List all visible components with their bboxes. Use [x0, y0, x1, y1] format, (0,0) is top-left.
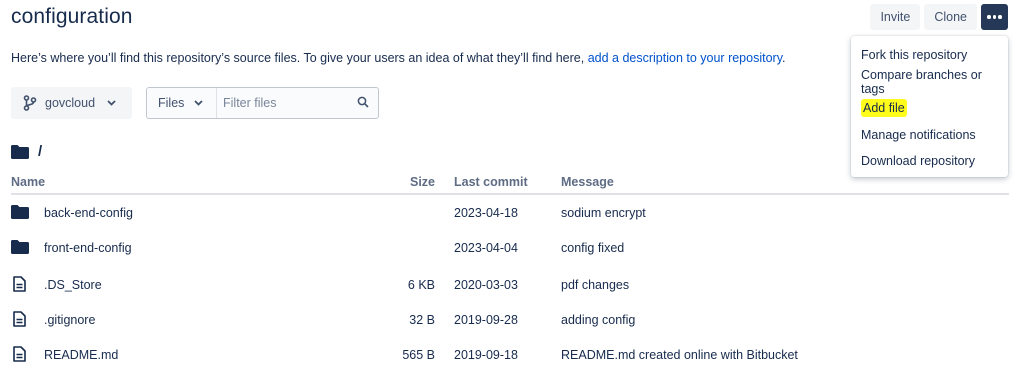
file-icon: [13, 311, 26, 327]
commit-date: 2019-09-28: [454, 313, 518, 327]
filter-files-input[interactable]: [217, 96, 347, 110]
folder-icon: [11, 240, 29, 254]
file-size: 32 B: [409, 313, 435, 327]
current-path: /: [38, 143, 43, 160]
folder-icon: [11, 144, 29, 159]
file-name-link[interactable]: back-end-config: [44, 206, 133, 220]
file-name-link[interactable]: .DS_Store: [44, 278, 102, 292]
clone-button[interactable]: Clone: [924, 4, 977, 30]
folder-icon: [11, 205, 29, 219]
commit-date: 2023-04-04: [454, 241, 518, 255]
description-end: .: [782, 51, 786, 65]
menu-item-label: Manage notifications: [861, 127, 976, 142]
invite-button[interactable]: Invite: [870, 4, 921, 30]
file-name-link[interactable]: .gitignore: [44, 313, 95, 327]
table-row[interactable]: .gitignore 32 B 2019-09-28 adding config: [0, 311, 1024, 349]
table-row[interactable]: front-end-config 2023-04-04 config fixed: [0, 240, 1024, 277]
menu-item-label: Download repository: [861, 154, 975, 169]
commit-message: pdf changes: [561, 278, 630, 292]
commit-date: 2020-03-03: [454, 278, 518, 292]
commit-date: 2019-09-18: [454, 348, 518, 362]
table-row[interactable]: back-end-config 2023-04-18 sodium encryp…: [0, 205, 1024, 242]
menu-item-label: Fork this repository: [861, 48, 968, 63]
commit-message: sodium encrypt: [561, 206, 646, 220]
menu-item-compare[interactable]: Compare branches or tags: [851, 67, 1008, 96]
more-dots-icon: [987, 15, 1002, 19]
header-divider: [11, 193, 1009, 195]
filter-scope-dropdown[interactable]: Files: [147, 88, 217, 118]
file-filter: Files: [146, 87, 379, 119]
search-icon[interactable]: [357, 96, 369, 108]
commit-message: adding config: [561, 313, 636, 327]
branch-name: govcloud: [45, 96, 96, 110]
column-header-name[interactable]: Name: [11, 175, 45, 189]
more-actions-button[interactable]: [981, 4, 1008, 30]
filter-scope-label: Files: [158, 96, 185, 110]
repo-description: Here’s where you’ll find this repository…: [11, 51, 786, 65]
chevron-down-icon: [194, 100, 204, 106]
column-header-last-commit[interactable]: Last commit: [454, 175, 528, 189]
column-header-size[interactable]: Size: [410, 175, 435, 189]
breadcrumb: /: [11, 143, 42, 160]
chevron-down-icon: [107, 100, 116, 106]
more-actions-menu: Fork this repository Compare branches or…: [851, 36, 1008, 177]
file-name-link[interactable]: README.md: [44, 348, 118, 362]
page-title: configuration: [11, 5, 133, 28]
commit-date: 2023-04-18: [454, 206, 518, 220]
table-row[interactable]: README.md 565 B 2019-09-18 README.md cre…: [0, 346, 1024, 376]
add-description-link[interactable]: add a description to your repository: [588, 51, 782, 65]
commit-message: README.md created online with Bitbucket: [561, 348, 798, 362]
menu-item-label: Add file: [861, 99, 907, 118]
branch-selector[interactable]: govcloud: [11, 87, 132, 119]
file-name-link[interactable]: front-end-config: [44, 241, 132, 255]
file-size: 6 KB: [407, 278, 435, 292]
branch-icon: [23, 95, 37, 111]
repo-actions: Invite Clone: [870, 4, 1008, 30]
menu-item-label: Compare branches or tags: [861, 67, 982, 96]
table-row[interactable]: .DS_Store 6 KB 2020-03-03 pdf changes: [0, 276, 1024, 314]
file-icon: [13, 346, 26, 362]
menu-item-fork[interactable]: Fork this repository: [851, 42, 1008, 69]
menu-item-download[interactable]: Download repository: [851, 148, 1008, 175]
menu-item-manage-notifications[interactable]: Manage notifications: [851, 122, 1008, 149]
menu-item-add-file[interactable]: Add file: [851, 95, 1008, 122]
file-size: 565 B: [402, 348, 435, 362]
commit-message: config fixed: [561, 241, 625, 255]
file-icon: [13, 276, 26, 292]
description-text: Here’s where you’ll find this repository…: [11, 51, 585, 65]
column-header-message[interactable]: Message: [561, 175, 614, 189]
